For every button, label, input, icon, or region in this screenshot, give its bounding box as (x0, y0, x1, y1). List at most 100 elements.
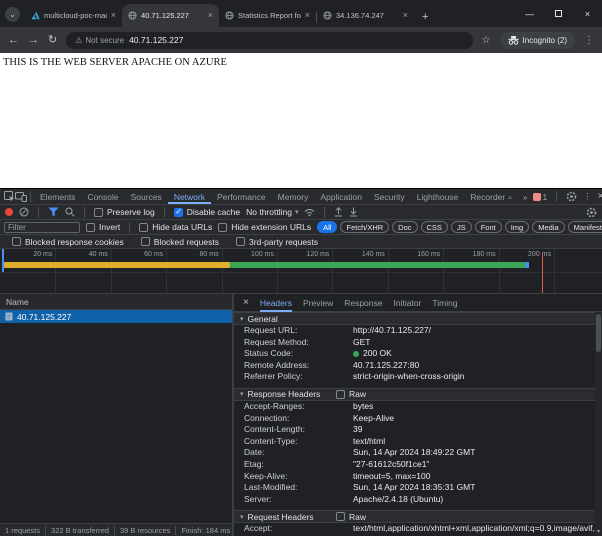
devtools-tab-security[interactable]: Security (368, 189, 411, 204)
filter-chip-fetchxhr[interactable]: Fetch/XHR (340, 221, 389, 233)
devtools: ElementsConsoleSourcesNetworkPerformance… (0, 188, 602, 535)
filter-toggle-icon[interactable] (48, 207, 59, 217)
divider (164, 207, 165, 218)
not-secure-badge[interactable]: ⚠ Not secure (75, 36, 124, 45)
headers-tab-initiator[interactable]: Initiator (394, 294, 422, 312)
network-conditions-icon[interactable] (304, 208, 315, 217)
minimize-button[interactable]: — (515, 0, 544, 27)
forward-icon[interactable]: → (28, 35, 39, 46)
record-network-log-icon[interactable] (5, 208, 13, 216)
maximize-button[interactable] (544, 0, 573, 27)
filter-chip-doc[interactable]: Doc (392, 221, 417, 233)
scrollbar-thumb[interactable] (596, 314, 601, 352)
checkbox-icon (141, 237, 150, 246)
disable-cache-checkbox[interactable]: Disable cache (174, 207, 240, 217)
name-column-header[interactable]: Name (0, 294, 232, 310)
hide-extension-urls-checkbox[interactable]: Hide extension URLs (218, 222, 311, 232)
filter-chip-media[interactable]: Media (532, 221, 564, 233)
tab-close-icon[interactable]: × (305, 11, 310, 20)
devtools-tab-lighthouse[interactable]: Lighthouse (411, 189, 465, 204)
tab-search-icon[interactable]: ⌄ (5, 7, 20, 22)
browser-tab[interactable]: multicloud-poc-machine× (25, 4, 122, 27)
blocked-response-cookies-checkbox[interactable]: Blocked response cookies (12, 237, 124, 247)
devtools-settings-icon[interactable] (566, 191, 577, 202)
preserve-log-checkbox[interactable]: Preserve log (94, 207, 155, 217)
close-icon[interactable]: × (243, 297, 249, 308)
section-header[interactable]: ▾Request HeadersRaw (234, 510, 595, 523)
scroll-down-icon[interactable]: ▾ (595, 528, 602, 535)
network-settings-icon[interactable] (586, 207, 597, 218)
devtools-tab-sources[interactable]: Sources (125, 189, 168, 204)
close-window-button[interactable]: × (573, 0, 602, 27)
raw-checkbox[interactable]: Raw (336, 389, 366, 399)
devtools-tab-application[interactable]: Application (314, 189, 368, 204)
requests-list-empty-area (0, 323, 232, 523)
devtools-close-icon[interactable]: × (598, 191, 602, 202)
back-icon[interactable]: ← (8, 35, 19, 46)
section-header[interactable]: ▾General (234, 312, 595, 325)
export-har-icon[interactable] (349, 207, 358, 217)
invert-checkbox[interactable]: Invert (86, 222, 120, 232)
devtools-tab-console[interactable]: Console (81, 189, 124, 204)
blocked-requests-checkbox[interactable]: Blocked requests (141, 237, 219, 247)
headers-tab-timing[interactable]: Timing (432, 294, 457, 312)
filter-chip-font[interactable]: Font (475, 221, 502, 233)
filter-chip-css[interactable]: CSS (421, 221, 448, 233)
filter-chip-js[interactable]: JS (451, 221, 472, 233)
inspect-element-icon[interactable] (4, 190, 15, 204)
incognito-icon (508, 36, 519, 45)
status-ok-icon (353, 351, 359, 357)
throttling-value: No throttling (246, 207, 292, 217)
section-header[interactable]: ▾Response HeadersRaw (234, 388, 595, 401)
headers-tab-headers[interactable]: Headers (260, 294, 292, 312)
throttling-select[interactable]: No throttling ▾ (246, 207, 298, 217)
incognito-badge[interactable]: Incognito (2) (500, 32, 575, 49)
headers-tab-preview[interactable]: Preview (303, 294, 333, 312)
device-toolbar-icon[interactable] (15, 190, 27, 204)
network-overview-timeline[interactable]: 20 ms40 ms60 ms80 ms100 ms120 ms140 ms16… (0, 249, 602, 294)
headers-tab-response[interactable]: Response (344, 294, 382, 312)
devtools-tab-recorder[interactable]: Recorder▵ (464, 189, 517, 204)
header-name: Keep-Alive: (244, 471, 353, 483)
import-har-icon[interactable] (334, 207, 343, 217)
header-name: Accept-Ranges: (244, 401, 353, 413)
bookmark-star-icon[interactable]: ☆ (482, 35, 491, 46)
devtools-menu-icon[interactable]: ⋮ (583, 191, 592, 202)
header-row: Remote Address:40.71.125.227:80 (234, 360, 595, 372)
header-row: Etag:"27-61612c50f1ce1" (234, 459, 595, 471)
filter-chip-manifest[interactable]: Manifest (568, 221, 602, 233)
header-row: Last-Modified:Sun, 14 Apr 2024 18:35:31 … (234, 482, 595, 494)
network-status-bar: 1 requests322 B transferred39 B resource… (0, 523, 232, 536)
browser-tab[interactable]: Statistics Report for HAP× (219, 4, 316, 27)
header-row: Referrer Policy:strict-origin-when-cross… (234, 371, 595, 383)
request-row[interactable]: 40.71.125.227 (0, 310, 232, 323)
browser-tab[interactable]: 40.71.125.227× (122, 4, 219, 27)
more-panels-icon[interactable]: » (518, 192, 533, 202)
raw-checkbox[interactable]: Raw (336, 512, 366, 522)
browser-tab[interactable]: 34.136.74.247× (317, 4, 414, 27)
filter-chip-img[interactable]: Img (505, 221, 530, 233)
reload-icon[interactable]: ↻ (48, 35, 57, 46)
filter-input[interactable] (4, 222, 80, 233)
-rd-party-requests-checkbox[interactable]: 3rd-party requests (236, 237, 318, 247)
headers-panel: × HeadersPreviewResponseInitiatorTiming … (233, 294, 602, 536)
hide-data-urls-checkbox[interactable]: Hide data URLs (139, 222, 212, 232)
devtools-tab-network[interactable]: Network (168, 189, 211, 204)
status-item: 322 B transferred (46, 526, 115, 535)
clear-network-log-icon[interactable] (19, 207, 29, 217)
tab-close-icon[interactable]: × (403, 11, 408, 20)
preserve-log-label: Preserve log (107, 207, 155, 217)
devtools-tab-performance[interactable]: Performance (211, 189, 272, 204)
scrollbar[interactable]: ▾ (595, 312, 602, 536)
tab-close-icon[interactable]: × (208, 11, 213, 20)
issues-counter[interactable]: 1 (533, 192, 548, 202)
filter-chip-all[interactable]: All (317, 221, 337, 233)
browser-menu-icon[interactable]: ⋮ (584, 35, 594, 46)
tab-close-icon[interactable]: × (111, 11, 116, 20)
address-bar[interactable]: ⚠ Not secure 40.71.125.227 (66, 32, 472, 49)
devtools-tab-memory[interactable]: Memory (272, 189, 315, 204)
browser-window: ⌄ multicloud-poc-machine×40.71.125.227×S… (0, 0, 602, 535)
search-icon[interactable] (65, 207, 75, 217)
new-tab-button[interactable]: + (422, 11, 428, 23)
devtools-tab-elements[interactable]: Elements (34, 189, 81, 204)
